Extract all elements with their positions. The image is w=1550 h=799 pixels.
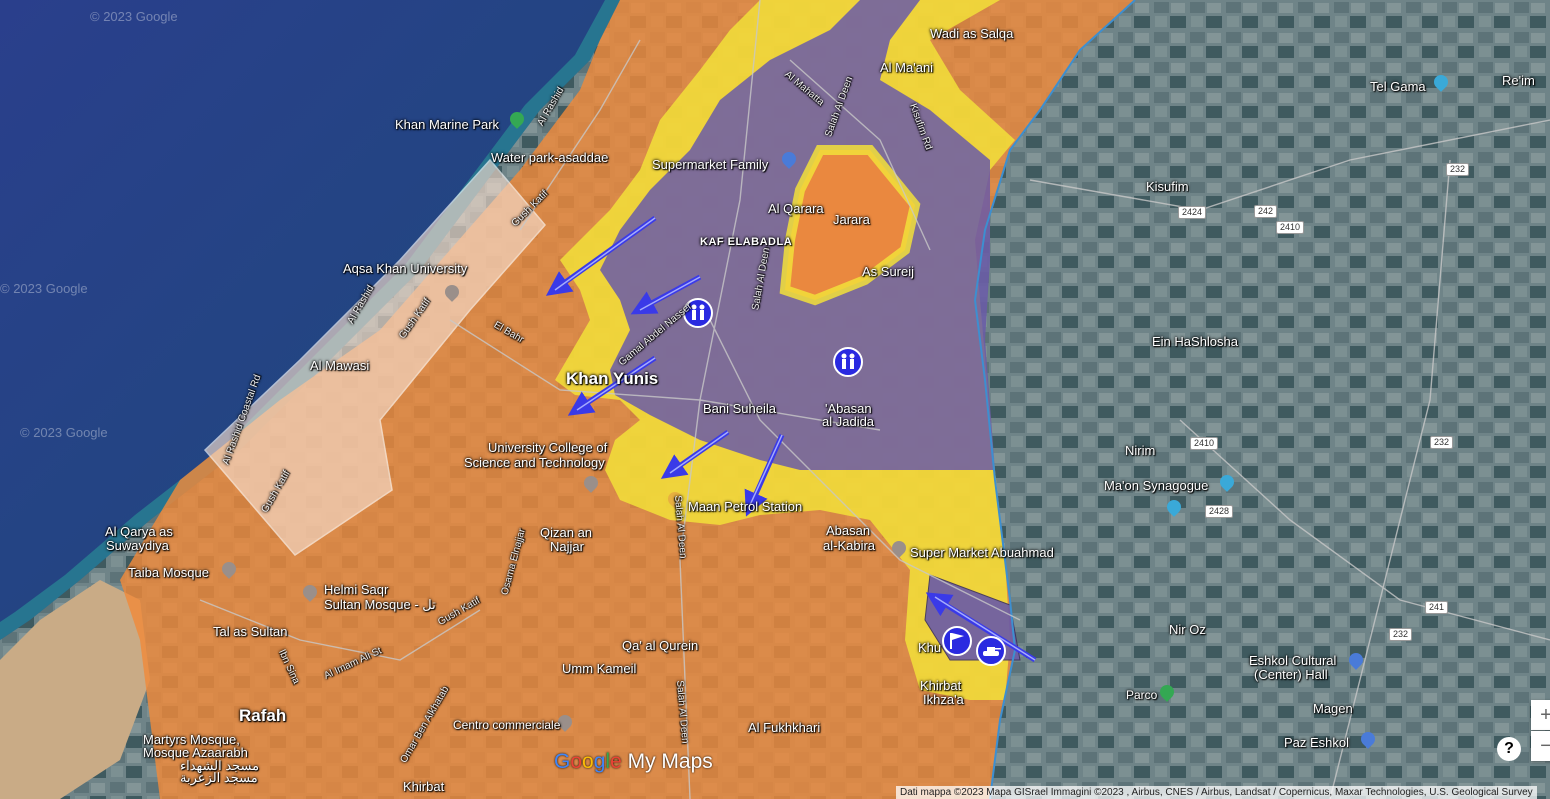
place-label: As Sureij: [862, 264, 915, 279]
place-label: Al Fukhkhari: [748, 720, 821, 735]
route-shield: 241: [1425, 601, 1449, 614]
place-label: Taiba Mosque: [128, 565, 209, 580]
place-label: Suwaydiya: [106, 538, 169, 553]
tank-icon: [983, 647, 1001, 656]
place-label: Khan Yunis: [566, 369, 659, 388]
route-shield: 2424: [1178, 206, 1207, 219]
route-shield: 232: [1389, 628, 1413, 641]
logo-letter: e: [610, 750, 622, 773]
place-label: Nir Oz: [1169, 622, 1206, 637]
place-label: Helmi Saqr: [324, 582, 389, 597]
place-label: KAF ELABADLA: [700, 236, 793, 248]
place-label: Khirbat: [403, 779, 445, 794]
help-button[interactable]: ?: [1497, 737, 1521, 761]
people-icon: [841, 353, 855, 369]
tank-icon[interactable]: [976, 636, 1006, 666]
zoom-in-button[interactable]: +: [1531, 700, 1550, 730]
place-label: Al Qarara: [768, 201, 824, 216]
route-shield: 2428: [1205, 505, 1234, 518]
place-label: Sultan Mosque - تل: [324, 597, 436, 612]
place-label: University College of: [488, 440, 608, 455]
place-label: Khirbat: [920, 678, 962, 693]
place-label: Tal as Sultan: [213, 624, 288, 639]
place-label: Umm Kameil: [562, 661, 637, 676]
place-label: مسجد الزعربة: [180, 770, 258, 785]
flag-icon: [950, 633, 964, 649]
place-label: Ein HaShlosha: [1152, 334, 1238, 349]
place-label: Bani Suheila: [703, 401, 776, 416]
place-label: Tel Gama: [1370, 79, 1426, 94]
place-label: Al Ma'ani: [880, 60, 934, 75]
place-label: Re'im: [1502, 73, 1535, 88]
place-label: Water park-asaddae: [491, 150, 609, 165]
route-shield: 2410: [1276, 221, 1305, 234]
place-label: Paz Eshkol: [1284, 735, 1350, 750]
map-attribution: Dati mappa ©2023 Mapa GISrael Immagini ©…: [896, 786, 1537, 799]
place-label: Al Qarya as: [105, 524, 173, 539]
logo-letter: o: [582, 750, 594, 773]
logo-letter: g: [593, 750, 606, 773]
place-label: Kisufim: [1146, 179, 1189, 194]
place-label: Nirim: [1125, 443, 1156, 458]
google-my-maps-logo: Google My Maps: [554, 750, 713, 774]
route-shield: 2410: [1190, 437, 1219, 450]
place-label: Parco: [1126, 688, 1158, 702]
google-watermark: © 2023 Google: [0, 281, 88, 296]
google-watermark: © 2023 Google: [20, 425, 108, 440]
place-label: Khan Marine Park: [395, 117, 500, 132]
place-label: Super Market Abuahmad: [910, 545, 1054, 560]
place-label: Magen: [1313, 701, 1353, 716]
place-label: Al Mawasi: [310, 358, 370, 373]
place-label: Khu: [918, 640, 942, 655]
zoom-out-button[interactable]: −: [1531, 731, 1550, 761]
place-label: Qa' al Qurein: [622, 638, 699, 653]
place-label: Qizan an: [540, 525, 593, 540]
place-label: Eshkol Cultural: [1249, 653, 1337, 668]
place-label: Najjar: [550, 539, 584, 554]
place-label: Ikhza'a: [923, 692, 964, 707]
route-shield: 232: [1430, 436, 1454, 449]
logo-text: My Maps: [621, 750, 713, 773]
place-label: Centro commerciale: [453, 718, 561, 732]
place-label: Supermarket Family: [652, 157, 769, 172]
place-label: Ma'on Synagogue: [1104, 478, 1209, 493]
google-watermark: © 2023 Google: [90, 9, 178, 24]
people-icon[interactable]: [833, 347, 863, 377]
route-shield: 232: [1446, 163, 1470, 176]
route-shield: 242: [1254, 205, 1278, 218]
flag-icon[interactable]: [942, 626, 972, 656]
place-label: Aqsa Khan University: [343, 261, 468, 276]
place-label: al-Kabira: [823, 538, 876, 553]
logo-letter: G: [554, 750, 571, 773]
place-label: Rafah: [239, 706, 287, 725]
place-label: al Jadida: [822, 414, 875, 429]
place-label: Science and Technology: [464, 455, 605, 470]
place-label: Jarara: [833, 212, 870, 227]
place-label: Wadi as Salqa: [930, 26, 1014, 41]
place-label: (Center) Hall: [1254, 667, 1328, 682]
place-label: Maan Petrol Station: [688, 499, 803, 514]
logo-letter: o: [570, 750, 583, 773]
place-label: Abasan: [826, 523, 871, 538]
